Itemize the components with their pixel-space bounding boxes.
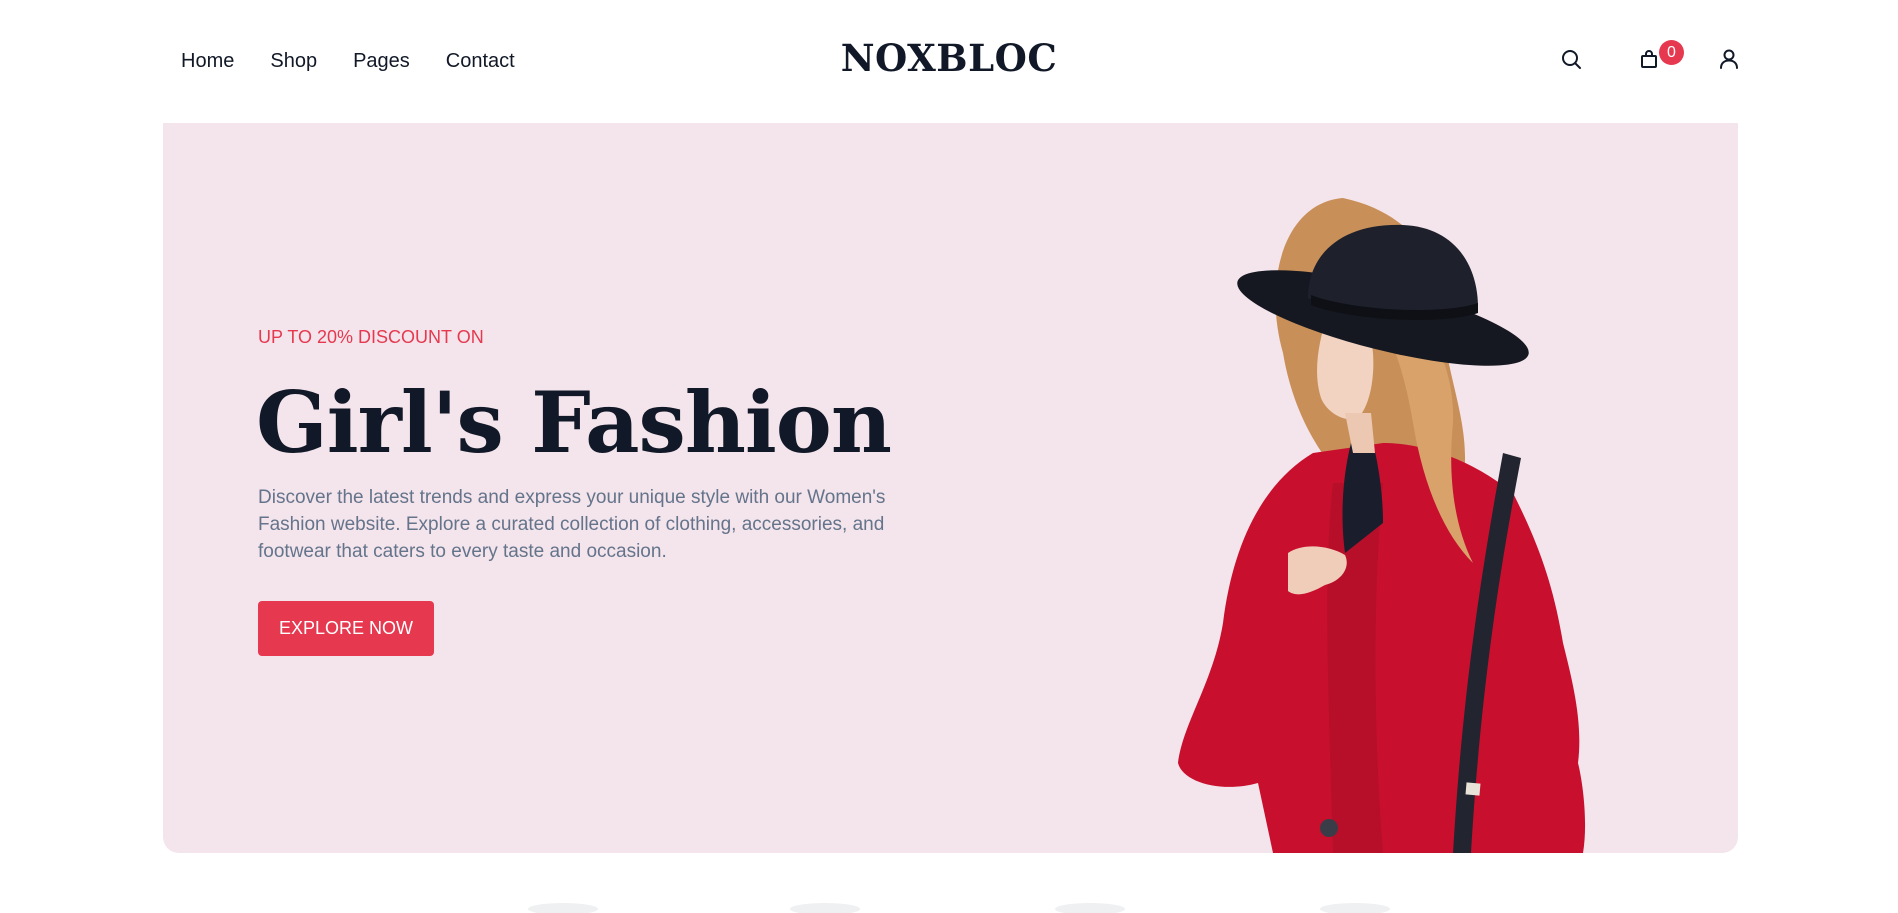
user-icon	[1720, 49, 1738, 69]
category-thumbnail	[1055, 903, 1125, 913]
cart-count-badge: 0	[1659, 40, 1684, 65]
hero-title: Girl's Fashion	[256, 373, 892, 472]
hero-eyebrow: UP TO 20% DISCOUNT ON	[258, 327, 484, 347]
category-thumbnail	[528, 903, 598, 913]
search-button[interactable]	[1556, 44, 1586, 74]
category-strip-preview	[0, 885, 1898, 913]
account-button[interactable]	[1714, 44, 1744, 74]
site-header: Home Shop Pages Contact NOXBLOC 0	[0, 0, 1898, 123]
explore-now-button[interactable]: EXPLORE NOW	[258, 601, 434, 656]
category-thumbnail	[790, 903, 860, 913]
hero-banner: UP TO 20% DISCOUNT ON Girl's Fashion Dis…	[163, 123, 1738, 853]
cart-button[interactable]: 0	[1634, 40, 1684, 74]
header-actions: 0	[1556, 40, 1744, 74]
category-thumbnail	[1320, 903, 1390, 913]
hero-model-image	[1178, 198, 1586, 853]
hero-description: Discover the latest trends and express y…	[258, 487, 886, 562]
search-icon	[1562, 50, 1581, 69]
shopping-bag-icon	[1641, 50, 1657, 68]
